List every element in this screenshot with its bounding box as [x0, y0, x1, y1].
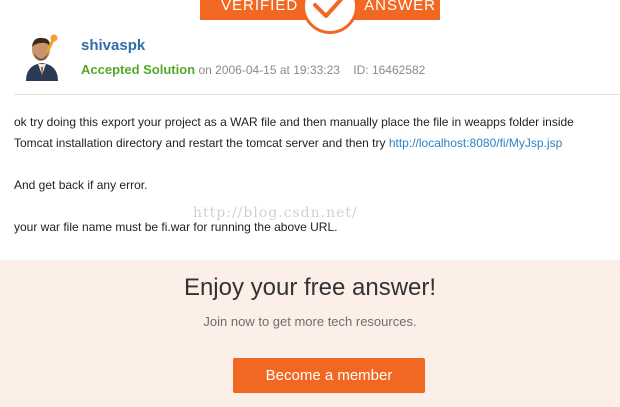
posted-date: on 2006-04-15 at 19:33:23: [198, 63, 340, 77]
user-avatar-icon[interactable]: [22, 33, 62, 81]
answer-id: ID: 16462582: [353, 63, 426, 77]
blog-watermark: http://blog.csdn.net/: [193, 205, 358, 221]
cta-title: Enjoy your free answer!: [183, 274, 437, 301]
cta-subtitle: Join now to get more tech resources.: [203, 314, 417, 329]
checkmark-icon: [302, 0, 358, 34]
jsp-link[interactable]: http://localhost:8080/fi/MyJsp.jsp: [389, 136, 562, 150]
answer-paragraph-1: ok try doing this export your project as…: [14, 115, 574, 150]
header-divider: [14, 94, 620, 95]
signup-cta-panel: Enjoy your free answer! Join now to get …: [0, 260, 620, 407]
accepted-solution-label: Accepted Solution: [81, 62, 196, 77]
answer-paragraph-2: And get back if any error.: [14, 178, 148, 192]
banner-answer-label: ANSWER: [364, 0, 436, 14]
solution-meta: Accepted Solution on 2006-04-15 at 19:33…: [81, 62, 425, 77]
answer-body: ok try doing this export your project as…: [14, 112, 614, 259]
verified-answer-banner: VERIFIED ANSWER: [200, 0, 440, 34]
become-member-button[interactable]: Become a member: [233, 358, 425, 393]
author-name-link[interactable]: shivaspk: [81, 37, 145, 54]
banner-verified-label: VERIFIED: [221, 0, 299, 14]
author-header: shivaspk Accepted Solution on 2006-04-15…: [22, 33, 620, 93]
